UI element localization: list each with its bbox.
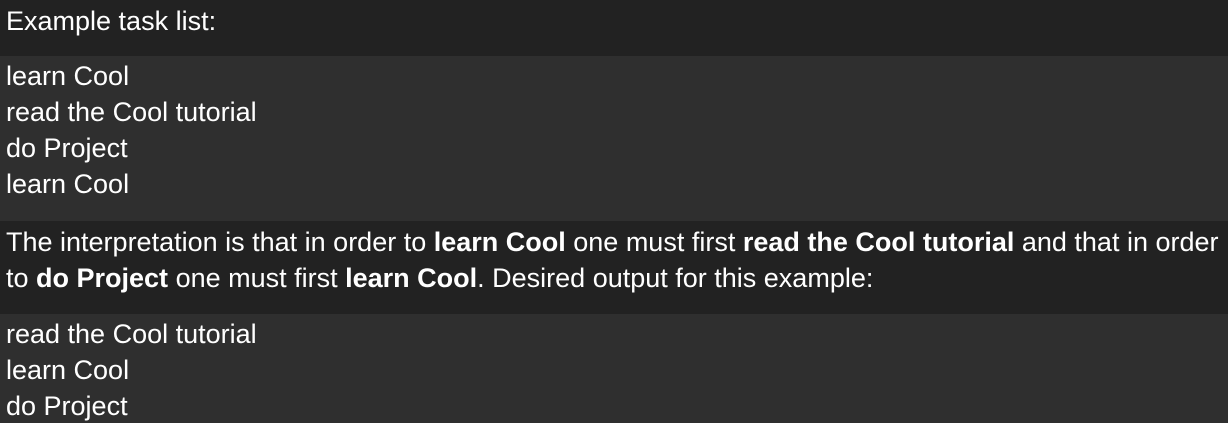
output-list-item: do Project	[6, 391, 128, 421]
explanation-paragraph: The interpretation is that in order to l…	[6, 224, 1228, 296]
output-list-item: read the Cool tutorial	[6, 319, 257, 349]
output-list-item: learn Cool	[6, 355, 130, 385]
explanation-section: The interpretation is that in order to l…	[0, 221, 1228, 314]
explanation-bold-2: read the Cool tutorial	[742, 227, 1015, 257]
explanation-text-2: one must first	[565, 227, 743, 257]
task-list-item: learn Cool	[6, 61, 130, 91]
task-list-item: read the Cool tutorial	[6, 97, 257, 127]
task-list-item: do Project	[6, 133, 128, 163]
intro-text: Example task list:	[6, 6, 217, 36]
explanation-text-1: The interpretation is that in order to	[6, 227, 434, 257]
intro-section: Example task list:	[0, 0, 1228, 56]
task-list-block: learn Cool read the Cool tutorial do Pro…	[0, 56, 1228, 221]
output-list-block: read the Cool tutorial learn Cool do Pro…	[0, 314, 1228, 423]
explanation-bold-3: do Project	[36, 263, 169, 293]
explanation-text-5: . Desired output for this example:	[477, 263, 874, 293]
explanation-bold-4: learn Cool	[345, 263, 478, 293]
explanation-bold-1: learn Cool	[433, 227, 566, 257]
explanation-text-4: one must first	[168, 263, 346, 293]
task-list-item: learn Cool	[6, 169, 130, 199]
